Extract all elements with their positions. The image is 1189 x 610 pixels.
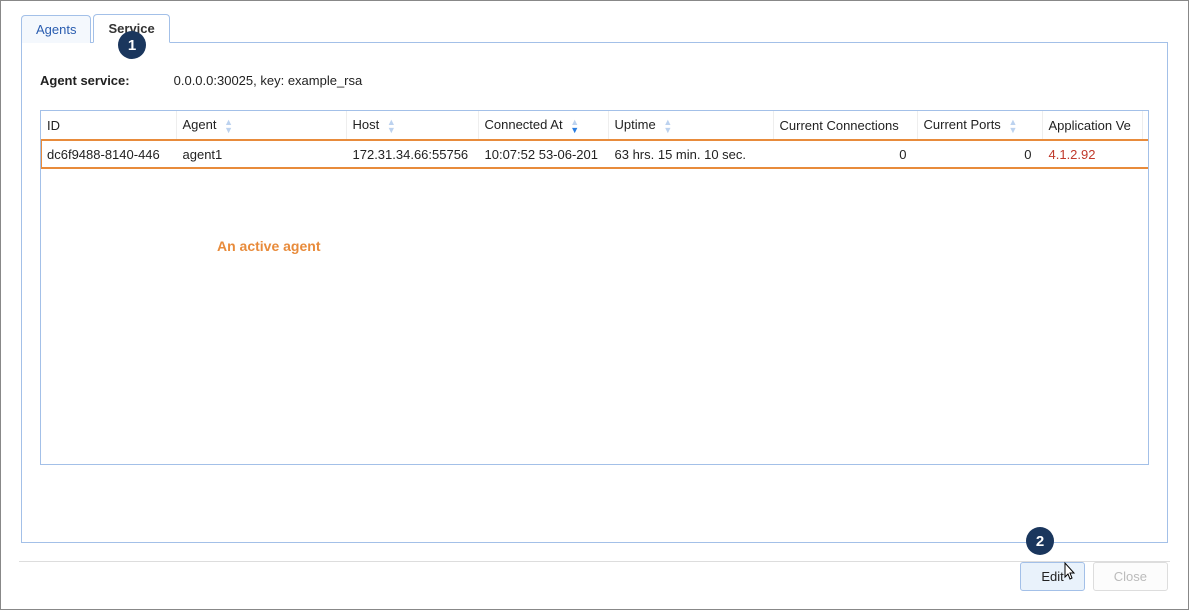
callout-badge-1: 1 [118,31,146,59]
cell-app-version: 4.1.2.92 [1042,140,1142,168]
close-button[interactable]: Close [1093,562,1168,591]
sort-icon: ▲▼ [663,118,672,134]
cell-install: gatew [1142,140,1149,168]
sort-icon: ▲▼ [387,118,396,134]
tab-agents[interactable]: Agents [21,15,91,43]
agent-service-value: 0.0.0.0:30025, key: example_rsa [174,73,363,88]
table-row[interactable]: dc6f9488-8140-446 agent1 172.31.34.66:55… [41,140,1149,168]
column-header-agent-label: Agent [183,117,217,132]
footer-buttons: Edit Close [1020,562,1168,591]
column-header-current-connections[interactable]: Current Connections [773,111,917,140]
column-header-connected-label: Connected At [485,117,563,132]
agent-service-info: Agent service: 0.0.0.0:30025, key: examp… [40,73,1149,88]
cell-id: dc6f9488-8140-446 [41,140,176,168]
tab-bar: Agents Service [21,13,1168,43]
sort-icon-active: ▲▼ [570,118,579,134]
cell-current-connections: 0 [773,140,917,168]
column-header-app-version[interactable]: Application Ve [1042,111,1142,140]
agent-service-label: Agent service: [40,73,170,88]
column-header-app-version-label: Application Ve [1049,118,1131,133]
column-header-uptime[interactable]: Uptime ▲▼ [608,111,773,140]
column-header-id[interactable]: ID [41,111,176,140]
column-header-agent[interactable]: Agent ▲▼ [176,111,346,140]
edit-button[interactable]: Edit [1020,562,1084,591]
cell-uptime: 63 hrs. 15 min. 10 sec. [608,140,773,168]
agent-table-container: ID Agent ▲▼ Host ▲▼ Connected At ▲▼ [40,110,1149,465]
column-header-current-ports-label: Current Ports [924,117,1001,132]
column-header-id-label: ID [47,118,60,133]
column-header-connected[interactable]: Connected At ▲▼ [478,111,608,140]
cell-host: 172.31.34.66:55756 [346,140,478,168]
footer-divider [19,561,1170,562]
column-header-uptime-label: Uptime [615,117,656,132]
cell-current-ports: 0 [917,140,1042,168]
column-header-install[interactable]: Install [1142,111,1149,140]
tab-content: Agent service: 0.0.0.0:30025, key: examp… [21,43,1168,543]
agent-table: ID Agent ▲▼ Host ▲▼ Connected At ▲▼ [41,111,1149,168]
column-header-host-label: Host [353,117,380,132]
column-header-current-connections-label: Current Connections [780,118,899,133]
cell-agent: agent1 [176,140,346,168]
annotation-active-agent: An active agent [217,238,320,254]
callout-badge-2: 2 [1026,527,1054,555]
sort-icon: ▲▼ [224,118,233,134]
column-header-current-ports[interactable]: Current Ports ▲▼ [917,111,1042,140]
sort-icon: ▲▼ [1008,118,1017,134]
column-header-host[interactable]: Host ▲▼ [346,111,478,140]
cell-connected: 10:07:52 53-06-201 [478,140,608,168]
column-header-install-label: Install [1149,118,1150,133]
